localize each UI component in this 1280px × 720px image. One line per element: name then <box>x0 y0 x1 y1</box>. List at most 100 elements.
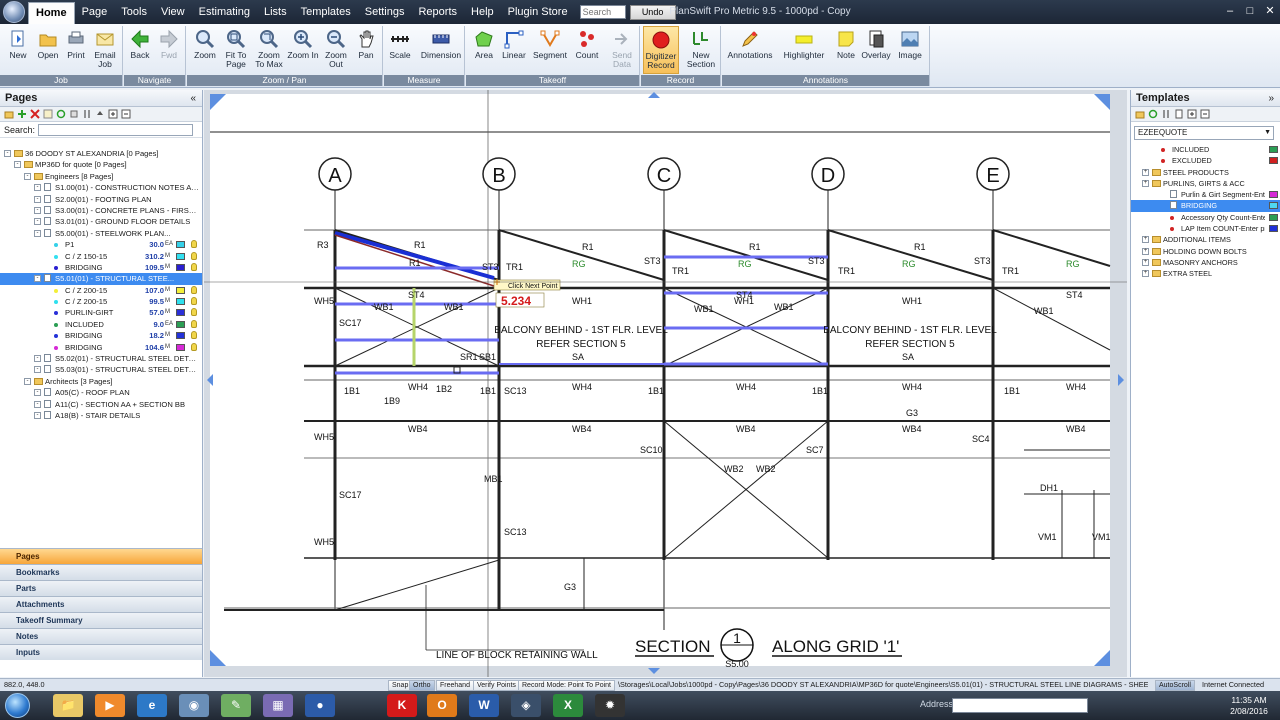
color-swatch[interactable] <box>176 241 185 249</box>
expand-toggle-icon[interactable]: + <box>1142 168 1149 176</box>
collapse-all-icon[interactable] <box>121 109 131 119</box>
structural-drawing[interactable]: A B C D E R3 R1 R1 R1 R1 R1 ST3 ST3 ST3 … <box>204 90 1127 677</box>
expand-toggle-icon[interactable]: - <box>34 184 41 192</box>
print-button[interactable]: Print <box>60 26 92 74</box>
tree-folder-row[interactable]: - Engineers [8 Pages] <box>0 171 202 182</box>
image-button[interactable]: Image <box>894 26 926 74</box>
template-row[interactable]: Purlin & Girt Segment-Ente <box>1131 189 1280 200</box>
autoscroll-toggle[interactable]: AutoScroll <box>1155 680 1195 691</box>
digitizer-record-button[interactable]: Digitizer Record <box>643 26 679 74</box>
app-icon[interactable]: ▦ <box>263 694 293 717</box>
tree-page-row[interactable]: - S5.03(01) - STRUCTURAL STEEL DETAILS - … <box>0 364 202 375</box>
takeoff-item-row[interactable]: BRIDGING 18.2 M <box>0 330 202 341</box>
pan-button[interactable]: Pan <box>350 26 382 74</box>
template-row[interactable]: + HOLDING DOWN BOLTS <box>1131 246 1280 257</box>
back-button[interactable]: Back <box>124 26 156 74</box>
delete-icon[interactable] <box>30 109 40 119</box>
template-row[interactable]: + ADDITIONAL ITEMS <box>1131 234 1280 245</box>
color-swatch[interactable] <box>176 332 185 340</box>
expand-toggle-icon[interactable]: + <box>1142 179 1149 187</box>
verify-points-toggle[interactable]: Verify Points <box>473 680 520 691</box>
expand-toggle-icon[interactable]: - <box>4 150 11 157</box>
dimension-button[interactable]: Dimension <box>420 26 462 74</box>
area-button[interactable]: Area <box>468 26 500 74</box>
collapse-panel-icon[interactable]: » <box>1268 90 1274 107</box>
takeoff-item-row[interactable]: C / Z 200-15 99.5 M <box>0 296 202 307</box>
takeoff-item-row[interactable]: INCLUDED 9.0 EA <box>0 319 202 330</box>
tree-folder-row[interactable]: - Architects [3 Pages] <box>0 376 202 387</box>
scale-button[interactable]: Scale <box>384 26 416 74</box>
maximize-icon[interactable]: □ <box>1242 4 1258 18</box>
color-swatch[interactable] <box>176 309 185 317</box>
takeoff-item-row[interactable]: C / Z 200-15 107.0 M <box>0 285 202 296</box>
visibility-bulb-icon[interactable] <box>191 297 197 306</box>
template-row[interactable]: EXCLUDED <box>1131 155 1280 166</box>
scroll-right-arrow-icon[interactable] <box>1118 374 1124 386</box>
nav-tab-notes[interactable]: Notes <box>0 628 202 644</box>
tree-page-row[interactable]: - A11(C) - SECTION AA + SECTION BB <box>0 399 202 410</box>
new-button[interactable]: New <box>2 26 34 74</box>
explorer-icon[interactable]: 📁 <box>53 694 83 717</box>
email-job-button[interactable]: Email Job <box>89 26 121 74</box>
word-icon[interactable]: W <box>469 694 499 717</box>
expand-toggle-icon[interactable]: + <box>1142 258 1149 266</box>
sort-icon[interactable] <box>82 109 92 119</box>
close-icon[interactable]: ✕ <box>1262 4 1278 18</box>
menu-tab-help[interactable]: Help <box>464 0 501 24</box>
tree-page-row[interactable]: - A18(B) - STAIR DETAILS <box>0 410 202 421</box>
expand-toggle-icon[interactable]: - <box>14 161 21 169</box>
template-row[interactable]: + MASONRY ANCHORS <box>1131 257 1280 268</box>
expand-all-icon[interactable] <box>1187 109 1197 119</box>
note-button[interactable]: Note <box>830 26 862 74</box>
color-swatch[interactable] <box>176 320 185 328</box>
forward-button[interactable]: Fwd <box>153 26 185 74</box>
color-swatch[interactable] <box>176 286 185 294</box>
page-icon[interactable] <box>1174 109 1184 119</box>
visibility-bulb-icon[interactable] <box>191 319 197 328</box>
expand-toggle-icon[interactable]: + <box>1142 247 1149 255</box>
properties-icon[interactable] <box>43 109 53 119</box>
internet-explorer-icon[interactable]: e <box>137 694 167 717</box>
menu-tab-settings[interactable]: Settings <box>358 0 412 24</box>
menu-tab-templates[interactable]: Templates <box>294 0 358 24</box>
overlay-button[interactable]: Overlay <box>860 26 892 74</box>
menu-tab-lists[interactable]: Lists <box>257 0 294 24</box>
address-input[interactable] <box>952 698 1088 713</box>
template-select[interactable]: EZEEQUOTE ▼ <box>1134 126 1274 140</box>
count-button[interactable]: Count <box>571 26 603 74</box>
media-player-icon[interactable]: ▶ <box>95 694 125 717</box>
excel-icon[interactable]: X <box>553 694 583 717</box>
expand-toggle-icon[interactable]: - <box>34 229 41 237</box>
expand-toggle-icon[interactable]: - <box>34 355 41 363</box>
menu-tab-reports[interactable]: Reports <box>411 0 464 24</box>
expand-toggle-icon[interactable]: - <box>34 206 41 214</box>
expand-toggle-icon[interactable]: - <box>34 366 41 374</box>
color-swatch[interactable] <box>176 252 185 260</box>
menu-tab-tools[interactable]: Tools <box>114 0 154 24</box>
expand-toggle-icon[interactable]: + <box>1142 236 1149 244</box>
takeoff-item-row[interactable]: PURLIN-GIRT 57.0 M <box>0 307 202 318</box>
app-icon[interactable]: ◉ <box>179 694 209 717</box>
highlighter-button[interactable]: Highlighter <box>780 26 828 74</box>
collapse-panel-icon[interactable]: « <box>190 90 196 107</box>
visibility-bulb-icon[interactable] <box>191 240 197 249</box>
visibility-bulb-icon[interactable] <box>191 308 197 317</box>
takeoff-item-row[interactable]: C / Z 150-15 310.2 M <box>0 251 202 262</box>
segment-button[interactable]: Segment <box>532 26 568 74</box>
app-icon[interactable]: ✎ <box>221 694 251 717</box>
linear-button[interactable]: Linear <box>498 26 530 74</box>
takeoff-item-row[interactable]: BRIDGING 104.6 M <box>0 342 202 353</box>
record-mode-toggle[interactable]: Record Mode: Point To Point <box>518 680 615 691</box>
expand-toggle-icon[interactable]: - <box>34 400 41 408</box>
visibility-bulb-icon[interactable] <box>191 331 197 340</box>
scroll-down-arrow-icon[interactable] <box>648 668 660 674</box>
tree-page-row[interactable]: - S3.01(01) - GROUND FLOOR DETAILS <box>0 216 202 227</box>
template-row[interactable]: + STEEL PRODUCTS <box>1131 167 1280 178</box>
color-swatch[interactable] <box>176 263 185 271</box>
refresh-icon[interactable] <box>56 109 66 119</box>
tree-page-row[interactable]: - S5.02(01) - STRUCTURAL STEEL DETAILS - … <box>0 353 202 364</box>
collapse-all-icon[interactable] <box>1200 109 1210 119</box>
outlook-icon[interactable]: O <box>427 694 457 717</box>
tree-page-row[interactable]: - A05(C) - ROOF PLAN <box>0 387 202 398</box>
expand-toggle-icon[interactable]: - <box>34 275 41 283</box>
